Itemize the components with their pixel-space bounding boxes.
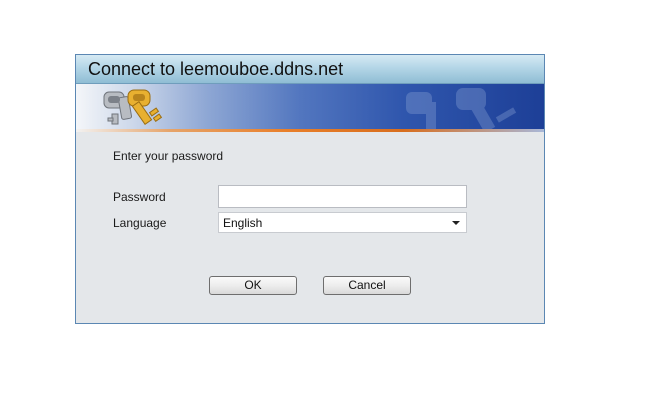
keys-icon — [103, 89, 163, 126]
password-prompt: Enter your password — [113, 149, 224, 163]
login-dialog: Connect to leemouboe.ddns.net Enter your… — [75, 54, 545, 324]
dialog-banner — [76, 84, 544, 132]
banner-accent-stripe — [76, 129, 544, 132]
keys-watermark-icon — [406, 88, 517, 132]
language-selected-value: English — [223, 216, 263, 230]
ok-button[interactable]: OK — [209, 276, 297, 295]
dialog-title: Connect to leemouboe.ddns.net — [88, 59, 344, 79]
chevron-down-icon — [452, 221, 460, 225]
password-label: Password — [113, 190, 166, 204]
language-select[interactable]: English — [218, 212, 467, 233]
cancel-button[interactable]: Cancel — [323, 276, 411, 295]
password-input[interactable] — [218, 185, 467, 208]
language-label: Language — [113, 216, 167, 230]
dialog-title-bar: Connect to leemouboe.ddns.net — [76, 55, 544, 84]
